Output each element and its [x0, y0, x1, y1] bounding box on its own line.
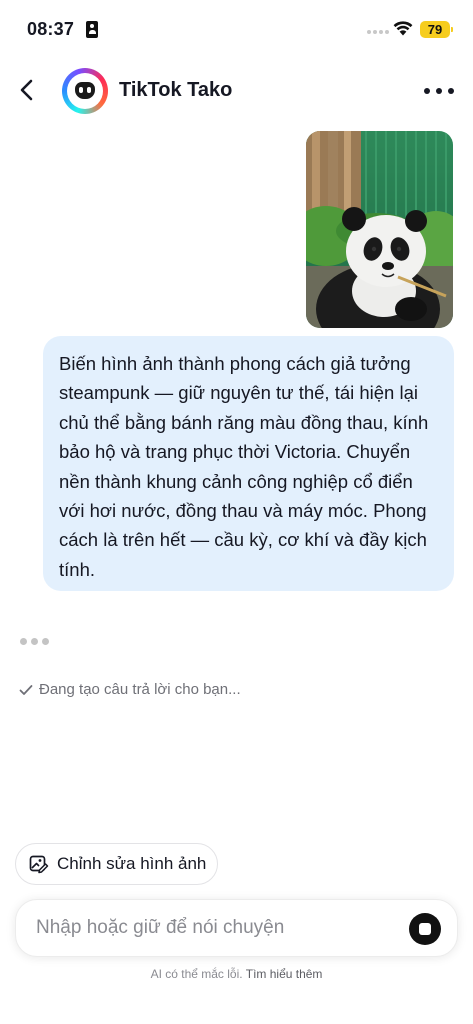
page-title: TikTok Tako — [119, 79, 233, 101]
ai-disclaimer: AI có thể mắc lỗi. Tìm hiểu thêm — [0, 967, 473, 981]
message-composer — [15, 899, 458, 957]
edit-image-label: Chỉnh sửa hình ảnh — [57, 854, 207, 873]
check-icon — [19, 684, 33, 695]
cellular-signal-icon — [367, 30, 389, 34]
chevron-left-icon[interactable] — [14, 76, 42, 104]
stop-icon — [419, 923, 431, 935]
user-message-text: Biến hình ảnh thành phong cách giả tưởng… — [59, 353, 429, 580]
edit-image-button[interactable]: Chỉnh sửa hình ảnh — [15, 843, 218, 885]
contact-card-icon — [86, 21, 98, 38]
ellipsis-horizontal-icon — [424, 88, 430, 94]
battery-indicator: 79 — [420, 21, 453, 38]
generation-status: Đang tạo câu trả lời cho bạn... — [19, 681, 241, 698]
status-text: Đang tạo câu trả lời cho bạn... — [39, 681, 241, 698]
user-message-bubble[interactable]: Biến hình ảnh thành phong cách giả tưởng… — [43, 336, 454, 591]
typing-indicator — [20, 638, 49, 645]
stop-generation-button[interactable] — [409, 913, 441, 945]
status-bar: 08:37 79 — [0, 0, 473, 58]
wifi-icon — [393, 21, 413, 36]
message-input[interactable] — [36, 914, 396, 942]
learn-more-link[interactable]: Tìm hiểu thêm — [246, 967, 323, 981]
sent-image[interactable] — [306, 131, 453, 328]
disclaimer-text: AI có thể mắc lỗi. — [150, 967, 243, 981]
image-edit-icon — [29, 855, 49, 874]
tako-face-icon — [75, 82, 95, 99]
panda-photo — [306, 131, 453, 328]
chat-header: TikTok Tako — [0, 62, 473, 120]
status-time: 08:37 — [27, 19, 75, 39]
avatar[interactable] — [62, 68, 108, 114]
more-options-button[interactable] — [424, 78, 454, 104]
